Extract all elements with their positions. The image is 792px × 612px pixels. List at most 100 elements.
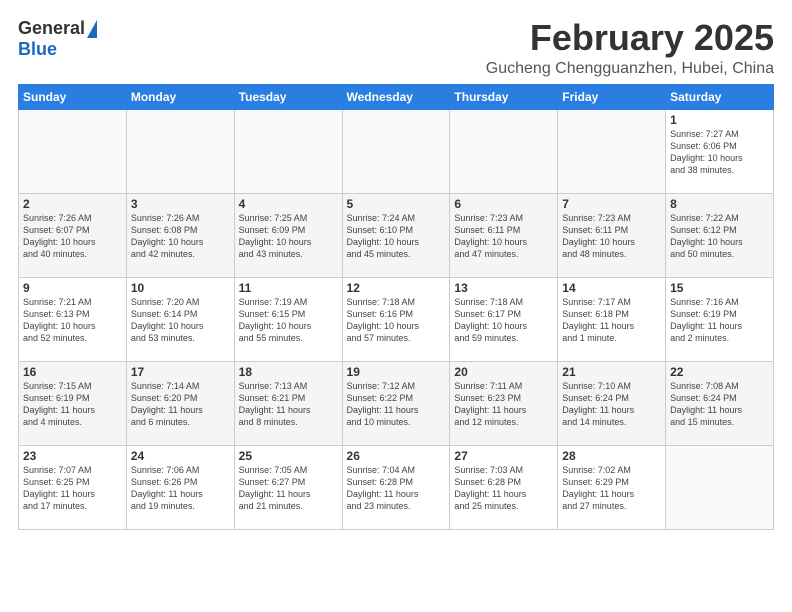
- weekday-header-thursday: Thursday: [450, 84, 558, 109]
- weekday-header-wednesday: Wednesday: [342, 84, 450, 109]
- location-title: Gucheng Chengguanzhen, Hubei, China: [486, 60, 774, 78]
- day-number: 27: [454, 449, 553, 463]
- calendar-cell: 28Sunrise: 7:02 AM Sunset: 6:29 PM Dayli…: [558, 445, 666, 529]
- day-number: 12: [347, 281, 446, 295]
- day-number: 20: [454, 365, 553, 379]
- day-info: Sunrise: 7:13 AM Sunset: 6:21 PM Dayligh…: [239, 380, 338, 429]
- calendar-cell: 4Sunrise: 7:25 AM Sunset: 6:09 PM Daylig…: [234, 193, 342, 277]
- calendar-cell: 8Sunrise: 7:22 AM Sunset: 6:12 PM Daylig…: [666, 193, 774, 277]
- day-number: 6: [454, 197, 553, 211]
- day-info: Sunrise: 7:25 AM Sunset: 6:09 PM Dayligh…: [239, 212, 338, 261]
- day-number: 7: [562, 197, 661, 211]
- day-number: 2: [23, 197, 122, 211]
- day-info: Sunrise: 7:03 AM Sunset: 6:28 PM Dayligh…: [454, 464, 553, 513]
- day-info: Sunrise: 7:02 AM Sunset: 6:29 PM Dayligh…: [562, 464, 661, 513]
- calendar-cell: 17Sunrise: 7:14 AM Sunset: 6:20 PM Dayli…: [126, 361, 234, 445]
- day-number: 5: [347, 197, 446, 211]
- day-info: Sunrise: 7:23 AM Sunset: 6:11 PM Dayligh…: [562, 212, 661, 261]
- day-info: Sunrise: 7:23 AM Sunset: 6:11 PM Dayligh…: [454, 212, 553, 261]
- calendar-cell: 6Sunrise: 7:23 AM Sunset: 6:11 PM Daylig…: [450, 193, 558, 277]
- day-info: Sunrise: 7:16 AM Sunset: 6:19 PM Dayligh…: [670, 296, 769, 345]
- weekday-header-tuesday: Tuesday: [234, 84, 342, 109]
- day-info: Sunrise: 7:12 AM Sunset: 6:22 PM Dayligh…: [347, 380, 446, 429]
- weekday-header-sunday: Sunday: [19, 84, 127, 109]
- calendar-cell: 24Sunrise: 7:06 AM Sunset: 6:26 PM Dayli…: [126, 445, 234, 529]
- day-info: Sunrise: 7:26 AM Sunset: 6:07 PM Dayligh…: [23, 212, 122, 261]
- day-info: Sunrise: 7:05 AM Sunset: 6:27 PM Dayligh…: [239, 464, 338, 513]
- day-number: 9: [23, 281, 122, 295]
- day-info: Sunrise: 7:22 AM Sunset: 6:12 PM Dayligh…: [670, 212, 769, 261]
- day-number: 3: [131, 197, 230, 211]
- calendar-cell: 15Sunrise: 7:16 AM Sunset: 6:19 PM Dayli…: [666, 277, 774, 361]
- calendar-cell: 20Sunrise: 7:11 AM Sunset: 6:23 PM Dayli…: [450, 361, 558, 445]
- day-info: Sunrise: 7:11 AM Sunset: 6:23 PM Dayligh…: [454, 380, 553, 429]
- day-number: 14: [562, 281, 661, 295]
- logo-blue-text: Blue: [18, 39, 57, 60]
- week-row-1: 1Sunrise: 7:27 AM Sunset: 6:06 PM Daylig…: [19, 109, 774, 193]
- week-row-2: 2Sunrise: 7:26 AM Sunset: 6:07 PM Daylig…: [19, 193, 774, 277]
- day-info: Sunrise: 7:06 AM Sunset: 6:26 PM Dayligh…: [131, 464, 230, 513]
- calendar-cell: 2Sunrise: 7:26 AM Sunset: 6:07 PM Daylig…: [19, 193, 127, 277]
- calendar-cell: [558, 109, 666, 193]
- day-number: 8: [670, 197, 769, 211]
- calendar-cell: 3Sunrise: 7:26 AM Sunset: 6:08 PM Daylig…: [126, 193, 234, 277]
- week-row-4: 16Sunrise: 7:15 AM Sunset: 6:19 PM Dayli…: [19, 361, 774, 445]
- day-number: 1: [670, 113, 769, 127]
- logo-general-text: General: [18, 18, 85, 39]
- day-number: 11: [239, 281, 338, 295]
- day-info: Sunrise: 7:10 AM Sunset: 6:24 PM Dayligh…: [562, 380, 661, 429]
- calendar-cell: 22Sunrise: 7:08 AM Sunset: 6:24 PM Dayli…: [666, 361, 774, 445]
- calendar-cell: 9Sunrise: 7:21 AM Sunset: 6:13 PM Daylig…: [19, 277, 127, 361]
- calendar-page: General Blue February 2025 Gucheng Cheng…: [0, 0, 792, 540]
- header: General Blue February 2025 Gucheng Cheng…: [18, 18, 774, 78]
- calendar-cell: 13Sunrise: 7:18 AM Sunset: 6:17 PM Dayli…: [450, 277, 558, 361]
- day-info: Sunrise: 7:20 AM Sunset: 6:14 PM Dayligh…: [131, 296, 230, 345]
- month-title: February 2025: [486, 18, 774, 58]
- calendar-cell: 16Sunrise: 7:15 AM Sunset: 6:19 PM Dayli…: [19, 361, 127, 445]
- day-number: 16: [23, 365, 122, 379]
- calendar-cell: 18Sunrise: 7:13 AM Sunset: 6:21 PM Dayli…: [234, 361, 342, 445]
- day-info: Sunrise: 7:15 AM Sunset: 6:19 PM Dayligh…: [23, 380, 122, 429]
- day-info: Sunrise: 7:19 AM Sunset: 6:15 PM Dayligh…: [239, 296, 338, 345]
- day-number: 4: [239, 197, 338, 211]
- calendar-cell: 10Sunrise: 7:20 AM Sunset: 6:14 PM Dayli…: [126, 277, 234, 361]
- day-info: Sunrise: 7:26 AM Sunset: 6:08 PM Dayligh…: [131, 212, 230, 261]
- day-info: Sunrise: 7:21 AM Sunset: 6:13 PM Dayligh…: [23, 296, 122, 345]
- day-info: Sunrise: 7:14 AM Sunset: 6:20 PM Dayligh…: [131, 380, 230, 429]
- day-number: 23: [23, 449, 122, 463]
- calendar-cell: [234, 109, 342, 193]
- calendar-cell: [666, 445, 774, 529]
- calendar-table: SundayMondayTuesdayWednesdayThursdayFrid…: [18, 84, 774, 530]
- day-number: 18: [239, 365, 338, 379]
- weekday-header-row: SundayMondayTuesdayWednesdayThursdayFrid…: [19, 84, 774, 109]
- calendar-cell: [126, 109, 234, 193]
- calendar-cell: 1Sunrise: 7:27 AM Sunset: 6:06 PM Daylig…: [666, 109, 774, 193]
- day-info: Sunrise: 7:18 AM Sunset: 6:17 PM Dayligh…: [454, 296, 553, 345]
- day-number: 28: [562, 449, 661, 463]
- day-info: Sunrise: 7:24 AM Sunset: 6:10 PM Dayligh…: [347, 212, 446, 261]
- week-row-5: 23Sunrise: 7:07 AM Sunset: 6:25 PM Dayli…: [19, 445, 774, 529]
- logo-triangle-icon: [87, 20, 97, 38]
- day-number: 21: [562, 365, 661, 379]
- logo: General Blue: [18, 18, 97, 60]
- day-info: Sunrise: 7:08 AM Sunset: 6:24 PM Dayligh…: [670, 380, 769, 429]
- calendar-cell: 12Sunrise: 7:18 AM Sunset: 6:16 PM Dayli…: [342, 277, 450, 361]
- day-info: Sunrise: 7:18 AM Sunset: 6:16 PM Dayligh…: [347, 296, 446, 345]
- title-section: February 2025 Gucheng Chengguanzhen, Hub…: [486, 18, 774, 78]
- day-info: Sunrise: 7:27 AM Sunset: 6:06 PM Dayligh…: [670, 128, 769, 177]
- day-number: 13: [454, 281, 553, 295]
- day-number: 17: [131, 365, 230, 379]
- calendar-cell: [450, 109, 558, 193]
- calendar-cell: 25Sunrise: 7:05 AM Sunset: 6:27 PM Dayli…: [234, 445, 342, 529]
- weekday-header-saturday: Saturday: [666, 84, 774, 109]
- calendar-cell: 23Sunrise: 7:07 AM Sunset: 6:25 PM Dayli…: [19, 445, 127, 529]
- calendar-cell: [342, 109, 450, 193]
- day-number: 15: [670, 281, 769, 295]
- day-number: 19: [347, 365, 446, 379]
- week-row-3: 9Sunrise: 7:21 AM Sunset: 6:13 PM Daylig…: [19, 277, 774, 361]
- calendar-cell: 26Sunrise: 7:04 AM Sunset: 6:28 PM Dayli…: [342, 445, 450, 529]
- calendar-cell: 14Sunrise: 7:17 AM Sunset: 6:18 PM Dayli…: [558, 277, 666, 361]
- day-info: Sunrise: 7:04 AM Sunset: 6:28 PM Dayligh…: [347, 464, 446, 513]
- weekday-header-friday: Friday: [558, 84, 666, 109]
- calendar-cell: [19, 109, 127, 193]
